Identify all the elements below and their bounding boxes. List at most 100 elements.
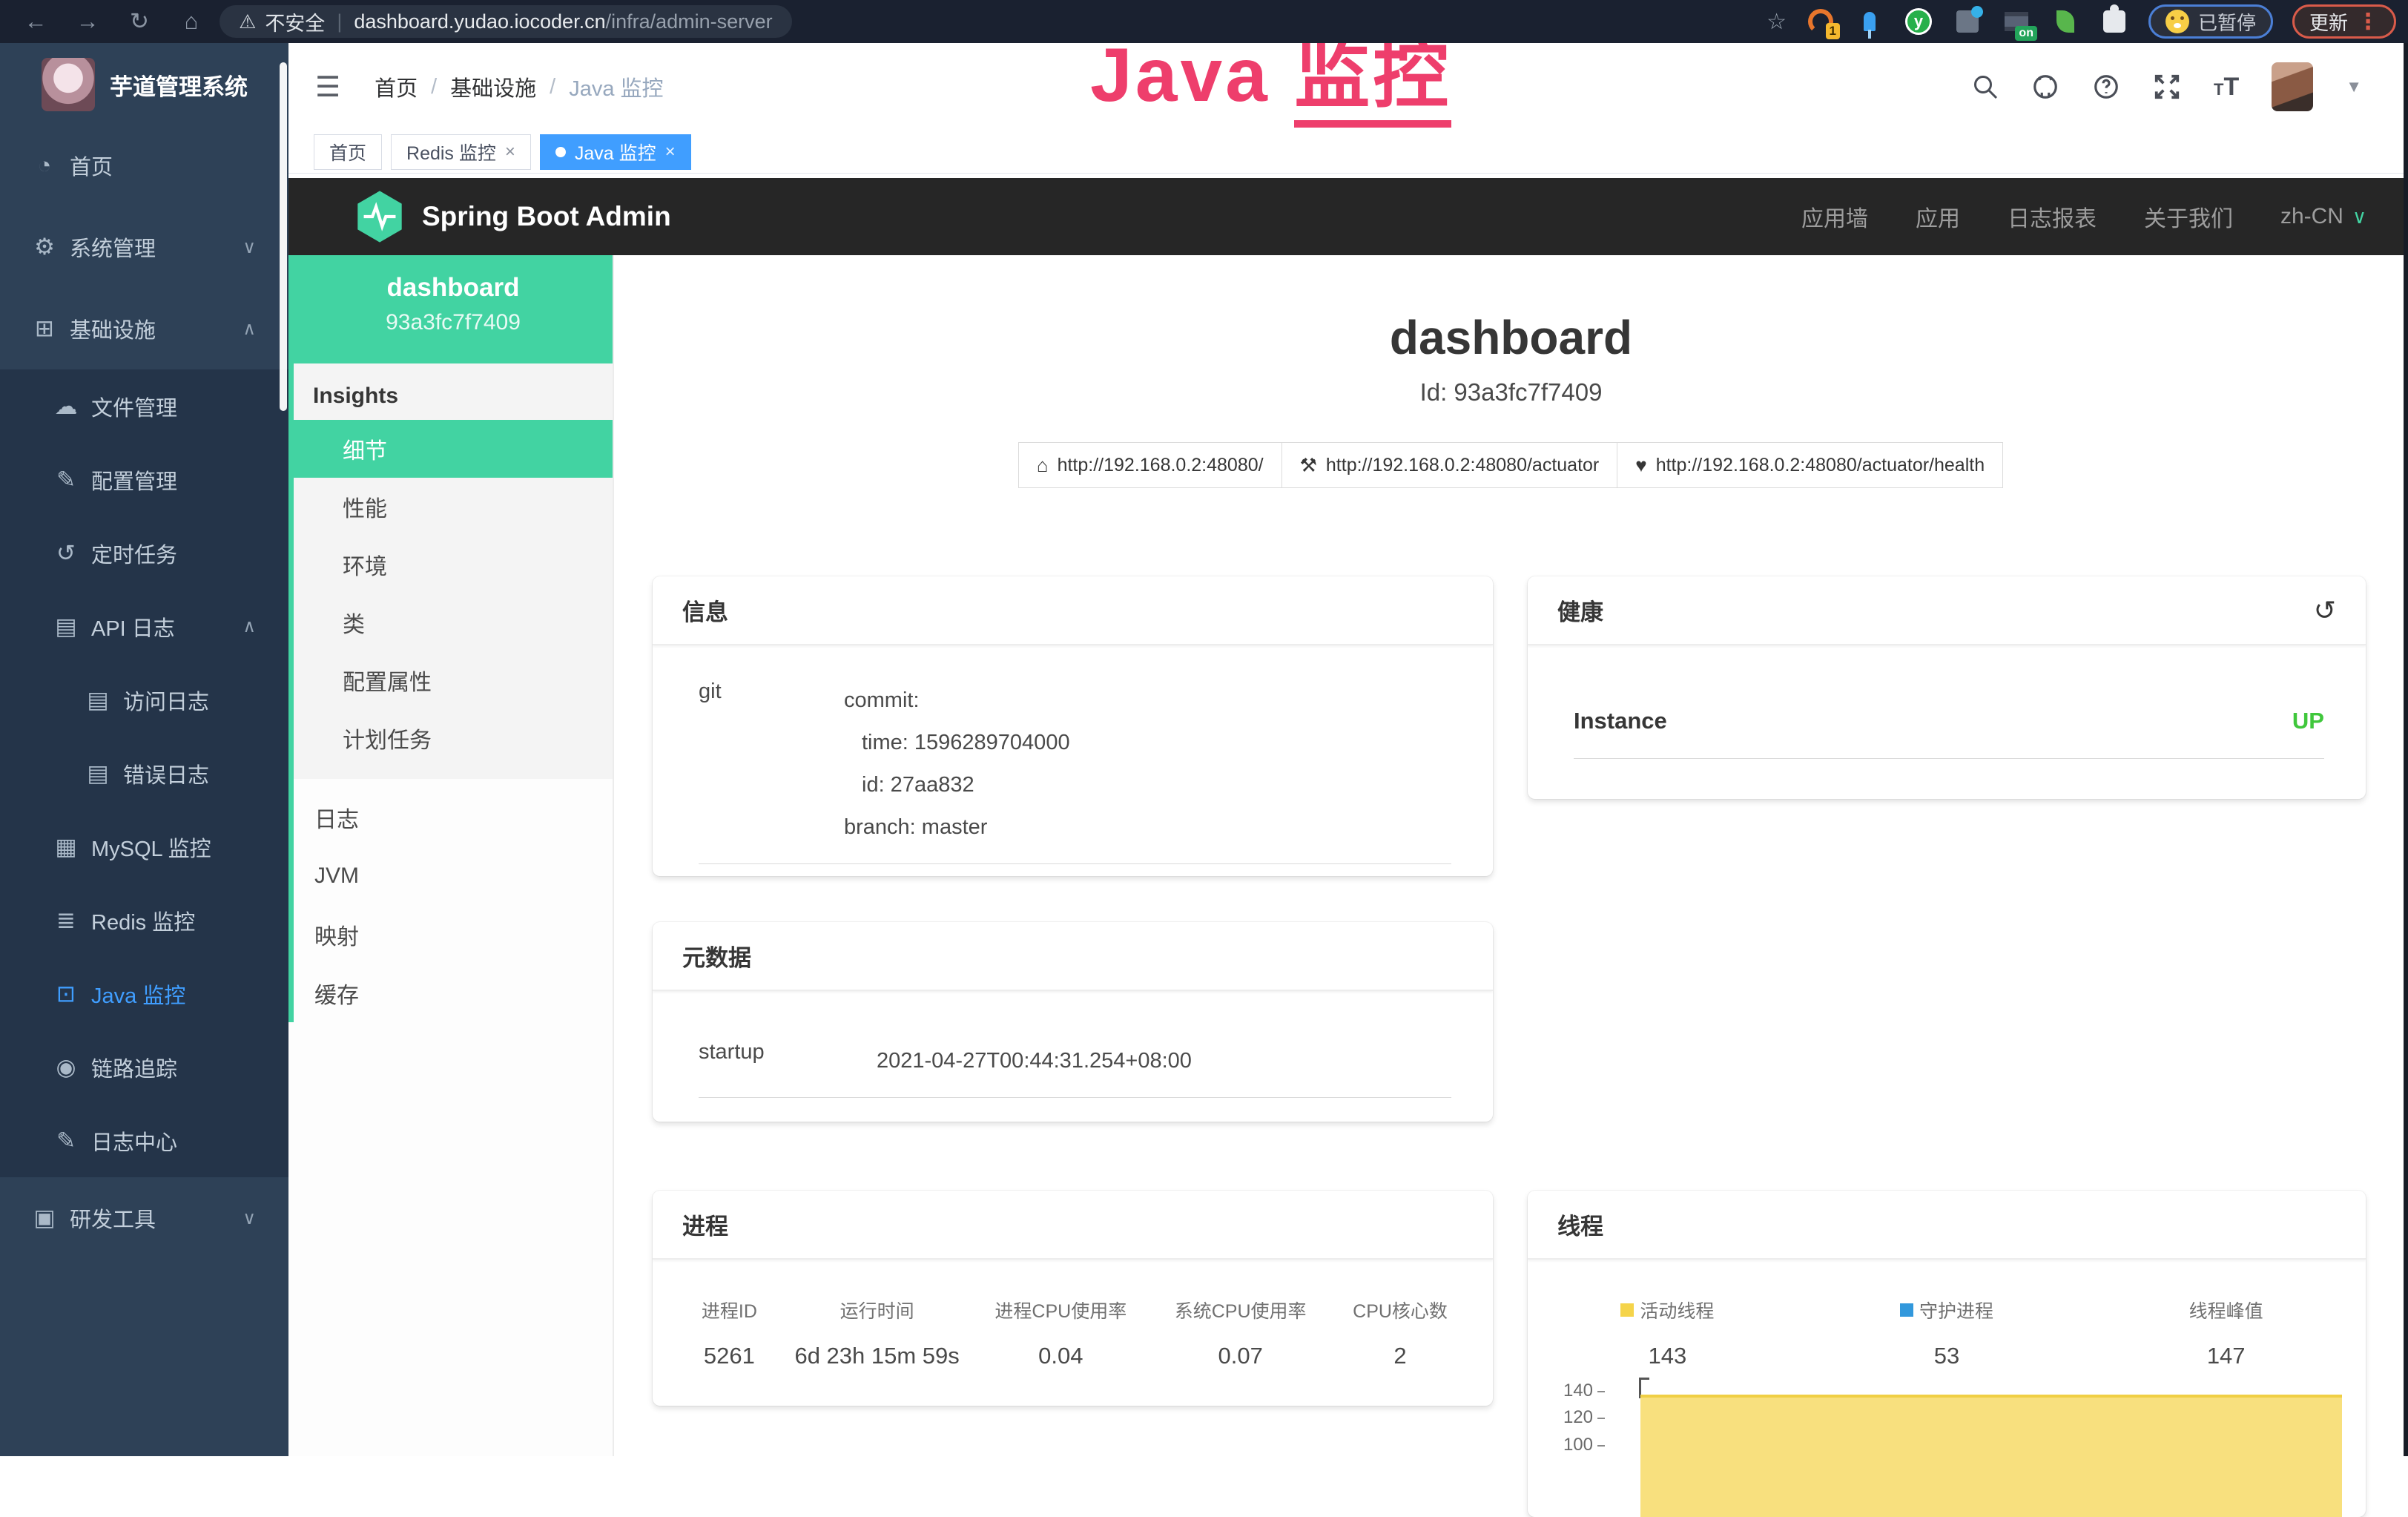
menu-item-scheduled-tasks[interactable]: 计划任务: [294, 709, 613, 767]
menu-item-classes[interactable]: 类: [294, 593, 613, 651]
sidebar-toggle-icon[interactable]: ☰: [315, 70, 340, 104]
log-icon: ▤: [82, 687, 114, 714]
chart-ytick-140: 140: [1528, 1381, 1605, 1401]
legend-blue-square: [1900, 1303, 1913, 1317]
breadcrumb-home[interactable]: 首页: [375, 71, 418, 102]
help-icon[interactable]: [2092, 73, 2120, 101]
sidebar-item-config-mgmt[interactable]: ✎ 配置管理: [0, 443, 288, 516]
sidebar-item-home[interactable]: ◔ 首页: [0, 125, 288, 206]
briefcase-icon: ▣: [28, 1205, 61, 1231]
tab-label: 首页: [329, 139, 366, 165]
page-scrollbar[interactable]: [2404, 43, 2408, 1456]
browser-reload-icon[interactable]: ↻: [123, 8, 156, 35]
sba-locale-select[interactable]: zh-CN ∨: [2280, 204, 2366, 229]
breadcrumb-infra[interactable]: 基础设施: [450, 71, 536, 102]
sidebar-item-api-logs[interactable]: ▤ API 日志 ∧: [0, 590, 288, 663]
sidebar-item-scheduled-jobs[interactable]: ↺ 定时任务: [0, 516, 288, 590]
tab-java-monitor[interactable]: Java 监控 ×: [540, 134, 691, 170]
github-icon[interactable]: [2031, 73, 2059, 101]
sidebar-scrollbar-thumb[interactable]: [280, 62, 287, 411]
edit-icon: ✎: [50, 467, 82, 493]
endpoint-actuator-button[interactable]: ⚒ http://192.168.0.2:48080/actuator: [1281, 442, 1618, 488]
sba-nav-journal[interactable]: 日志报表: [2008, 200, 2097, 233]
card-title: 线程: [1557, 1208, 1603, 1241]
user-avatar[interactable]: [2272, 62, 2313, 111]
menu-item-config-props[interactable]: 配置属性: [294, 651, 613, 709]
endpoint-url: http://192.168.0.2:48080/: [1058, 455, 1264, 476]
menu-item-jvm[interactable]: JVM: [294, 846, 613, 905]
chart-ytick-100: 100: [1528, 1435, 1605, 1455]
sidebar-item-error-logs[interactable]: ▤ 错误日志: [0, 737, 288, 810]
sidebar-item-label: 首页: [70, 150, 113, 181]
sidebar-item-mysql-monitor[interactable]: ▦ MySQL 监控: [0, 810, 288, 883]
metadata-card-header: 元数据: [653, 922, 1493, 991]
fullscreen-icon[interactable]: [2153, 73, 2181, 101]
profile-paused-pill[interactable]: 已暂停: [2148, 4, 2273, 39]
menu-item-metrics[interactable]: 性能: [294, 478, 613, 536]
breadcrumb-separator: /: [431, 75, 437, 99]
sidebar-item-redis-monitor[interactable]: ≣ Redis 监控: [0, 883, 288, 957]
git-branch-line: branch: master: [844, 806, 1070, 849]
user-menu-caret-icon[interactable]: ▼: [2346, 77, 2362, 96]
bookmark-star-icon[interactable]: ☆: [1767, 9, 1787, 35]
chevron-down-icon: ∨: [243, 237, 256, 258]
sidebar-item-system-mgmt[interactable]: ⚙ 系统管理 ∨: [0, 206, 288, 288]
sidebar-item-infrastructure[interactable]: ⊞ 基础设施 ∧: [0, 288, 288, 369]
browser-menu-dots-icon[interactable]: ⋮: [2357, 9, 2379, 35]
extension-pin-icon[interactable]: [1855, 7, 1884, 36]
menu-item-caches[interactable]: 缓存: [294, 964, 613, 1022]
sidebar-item-java-monitor[interactable]: ⊡ Java 监控: [0, 957, 288, 1030]
address-bar[interactable]: ⚠ 不安全 | dashboard.yudao.iocoder.cn/infra…: [220, 5, 792, 38]
close-icon[interactable]: ×: [505, 142, 515, 162]
browser-forward-icon[interactable]: →: [71, 8, 104, 35]
app-logo-row[interactable]: 芋道管理系统: [0, 43, 288, 125]
chrome-update-pill[interactable]: 更新 ⋮: [2292, 4, 2396, 39]
sidebar-item-label: 配置管理: [91, 464, 177, 496]
tab-label: Java 监控: [575, 139, 656, 165]
extension-y-icon[interactable]: y: [1904, 7, 1933, 36]
sidebar-item-file-mgmt[interactable]: ☁ 文件管理: [0, 369, 288, 443]
font-size-icon[interactable]: TT: [2214, 73, 2239, 102]
sba-content: dashboard 93a3fc7f7409 Insights 细节 性能 环境…: [288, 255, 2408, 1456]
health-instance-row[interactable]: Instance UP: [1574, 708, 2324, 759]
table-icon: ▦: [50, 834, 82, 860]
extension-grid-icon[interactable]: [1953, 7, 1982, 36]
process-col-uptime: 运行时间 6d 23h 15m 59s: [785, 1297, 969, 1369]
close-icon[interactable]: ×: [665, 142, 676, 162]
sba-nav-wallboard[interactable]: 应用墙: [1801, 200, 1868, 233]
sidebar-item-tracing[interactable]: ◉ 链路追踪: [0, 1030, 288, 1104]
menu-item-mappings[interactable]: 映射: [294, 905, 613, 964]
sba-nav-applications[interactable]: 应用: [1916, 200, 1960, 233]
tab-home[interactable]: 首页: [314, 134, 382, 170]
sidebar-item-label: 定时任务: [91, 538, 177, 569]
browser-home-icon[interactable]: ⌂: [175, 8, 208, 35]
sba-nav-about[interactable]: 关于我们: [2144, 200, 2233, 233]
extension-colorzilla-icon[interactable]: 1: [1806, 7, 1835, 36]
endpoint-health-button[interactable]: ♥ http://192.168.0.2:48080/actuator/heal…: [1617, 442, 2003, 488]
extensions-puzzle-icon[interactable]: [2099, 7, 2129, 36]
process-card: 进程 进程ID 5261 运行时间 6d 23h 15m 59s 进程CPU使用…: [653, 1191, 1493, 1406]
extension-leaf-icon[interactable]: [2051, 7, 2080, 36]
home-icon: ⌂: [1037, 454, 1049, 477]
not-secure-warning-icon: ⚠: [239, 10, 256, 33]
extension-switch-icon[interactable]: on: [2002, 7, 2031, 36]
tab-redis-monitor[interactable]: Redis 监控 ×: [391, 134, 531, 170]
sba-brand[interactable]: Spring Boot Admin: [355, 189, 671, 244]
menu-item-logging[interactable]: 日志: [294, 788, 613, 846]
browser-back-icon[interactable]: ←: [19, 8, 52, 35]
search-icon[interactable]: [1972, 73, 1999, 100]
process-col-sys-cpu: 系统CPU使用率 0.07: [1152, 1297, 1328, 1369]
col-value: 6d 23h 15m 59s: [785, 1343, 969, 1369]
menu-item-environment[interactable]: 环境: [294, 536, 613, 593]
sidebar-item-dev-tools[interactable]: ▣ 研发工具 ∨: [0, 1177, 288, 1259]
sidebar-item-log-center[interactable]: ✎ 日志中心: [0, 1104, 288, 1177]
col-header: CPU核心数: [1328, 1297, 1472, 1323]
menu-item-details[interactable]: 细节: [294, 420, 613, 478]
info-git-label: git: [699, 679, 844, 849]
sidebar-item-access-logs[interactable]: ▤ 访问日志: [0, 663, 288, 737]
endpoint-home-button[interactable]: ⌂ http://192.168.0.2:48080/: [1018, 442, 1282, 488]
chevron-up-icon: ∧: [243, 318, 256, 340]
history-icon[interactable]: ↺: [2314, 595, 2336, 626]
profile-avatar-emoji: [2165, 10, 2189, 33]
metadata-startup-row: startup 2021-04-27T00:44:31.254+08:00: [699, 1040, 1451, 1098]
